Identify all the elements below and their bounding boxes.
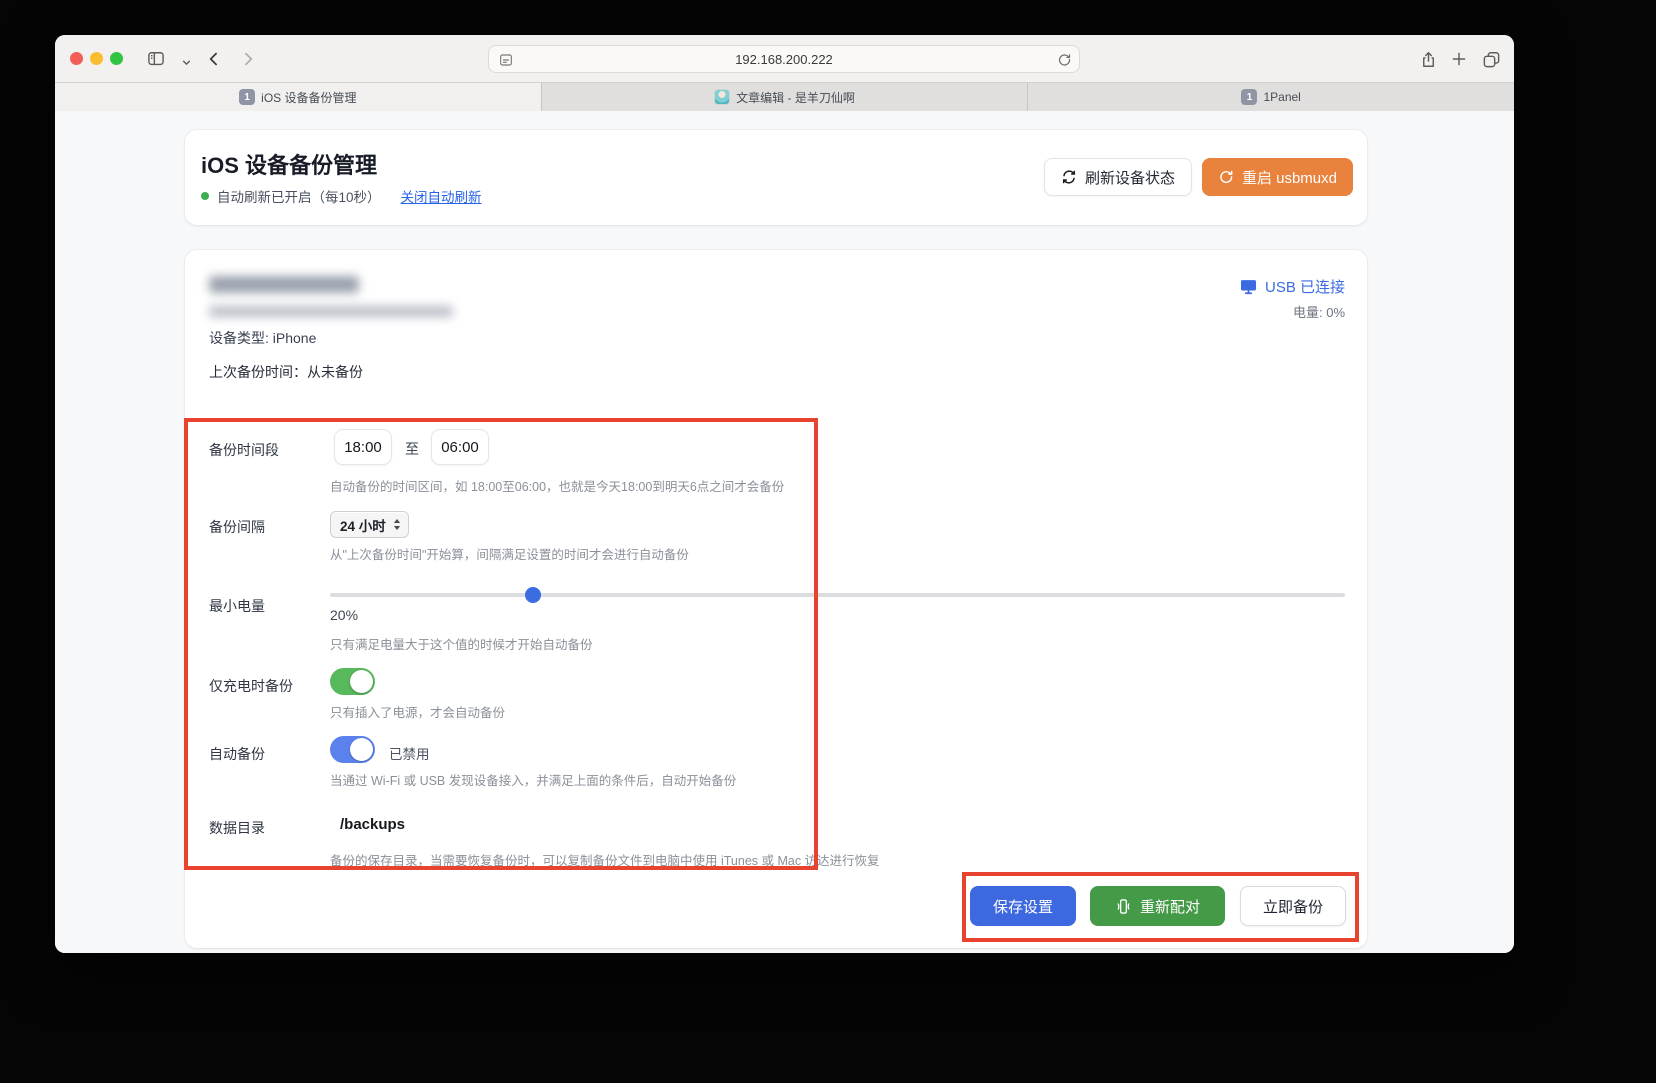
backup-now-label: 立即备份 [1263, 896, 1323, 917]
toggle-knob [350, 738, 373, 761]
charge-only-label: 仅充电时备份 [209, 676, 293, 696]
interval-value: 24 小时 [340, 515, 386, 535]
page-settings-icon[interactable] [498, 52, 514, 73]
interval-select[interactable]: 24 小时 [330, 511, 409, 538]
reload-icon[interactable] [1057, 52, 1072, 72]
time-range-label: 备份时间段 [209, 440, 279, 460]
save-settings-label: 保存设置 [993, 896, 1053, 917]
page-title: iOS 设备备份管理 [201, 148, 377, 180]
tab-label: iOS 设备备份管理 [261, 89, 356, 106]
auto-backup-state-text: 已禁用 [389, 743, 430, 763]
chevron-down-icon[interactable] [173, 49, 199, 75]
page-header-card: iOS 设备备份管理 自动刷新已开启（每10秒） 关闭自动刷新 刷新设备状态 [185, 130, 1367, 225]
auto-backup-toggle[interactable] [330, 736, 375, 763]
tab-article-editor[interactable]: 文章编辑 - 是羊刀仙啊 [542, 83, 1029, 111]
device-type-text: 设备类型: iPhone [209, 328, 316, 348]
device-name-redacted [209, 276, 359, 293]
tab-count-badge: 1 [1241, 89, 1257, 105]
browser-window: 192.168.200.222 [55, 35, 1514, 953]
auto-backup-help: 当通过 Wi-Fi 或 USB 发现设备接入，并满足上面的条件后，自动开始备份 [330, 770, 736, 789]
auto-backup-label: 自动备份 [209, 744, 265, 764]
disable-auto-refresh-link[interactable]: 关闭自动刷新 [401, 186, 482, 206]
toggle-knob [350, 670, 373, 693]
min-battery-help: 只有满足电量大于这个值的时候才开始自动备份 [330, 634, 593, 653]
zoom-window-button[interactable] [110, 52, 123, 65]
repair-label: 重新配对 [1140, 896, 1200, 917]
charge-only-help: 只有插入了电源，才会自动备份 [330, 702, 505, 721]
backup-now-button[interactable]: 立即备份 [1240, 886, 1346, 926]
save-settings-button[interactable]: 保存设置 [970, 886, 1076, 926]
url-text: 192.168.200.222 [489, 52, 1079, 67]
device-card: 设备类型: iPhone 上次备份时间：从未备份 USB 已连接 电量: 0% … [185, 250, 1367, 948]
sidebar-icon[interactable] [143, 46, 169, 72]
time-range-separator: 至 [405, 439, 419, 459]
tab-count-badge: 1 [239, 89, 255, 105]
device-udid-redacted [209, 306, 453, 317]
avatar-favicon [714, 89, 730, 105]
connection-status-text: USB 已连接 [1265, 276, 1345, 297]
stepper-arrows-icon [393, 518, 401, 531]
data-directory-help: 备份的保存目录，当需要恢复备份时，可以复制备份文件到电脑中使用 iTunes 或… [330, 850, 880, 869]
time-range-help: 自动备份的时间区间，如 18:00至06:00，也就是今天18:00到明天6点之… [330, 476, 784, 495]
battery-text: 电量: 0% [1293, 302, 1345, 321]
min-battery-value: 20% [330, 607, 358, 623]
restart-usbmuxd-label: 重启 usbmuxd [1242, 167, 1337, 188]
back-icon[interactable] [201, 46, 227, 72]
charge-only-toggle[interactable] [330, 668, 375, 695]
share-icon[interactable] [1415, 46, 1441, 72]
start-time-input[interactable] [334, 429, 392, 465]
tab-overview-icon[interactable] [1478, 46, 1504, 72]
tab-label: 文章编辑 - 是羊刀仙啊 [736, 89, 855, 106]
refresh-icon [1061, 169, 1077, 185]
new-tab-icon[interactable] [1446, 46, 1472, 72]
monitor-icon [1239, 277, 1258, 296]
repair-button[interactable]: 重新配对 [1090, 886, 1225, 926]
end-time-input[interactable] [431, 429, 489, 465]
min-battery-slider-thumb[interactable] [525, 587, 541, 603]
refresh-device-status-button[interactable]: 刷新设备状态 [1044, 158, 1192, 196]
min-battery-slider[interactable] [330, 593, 1345, 597]
interval-label: 备份间隔 [209, 517, 265, 537]
refresh-device-status-label: 刷新设备状态 [1085, 167, 1175, 188]
auto-refresh-status-dot [201, 192, 209, 200]
tab-bar: 1 iOS 设备备份管理 文章编辑 - 是羊刀仙啊 1 1Panel [55, 83, 1514, 111]
minimize-window-button[interactable] [90, 52, 103, 65]
forward-icon[interactable] [235, 46, 261, 72]
interval-help: 从"上次备份时间"开始算，间隔满足设置的时间才会进行自动备份 [330, 544, 689, 563]
tab-label: 1Panel [1263, 90, 1300, 104]
min-battery-label: 最小电量 [209, 596, 265, 616]
last-backup-text: 上次备份时间：从未备份 [209, 362, 363, 382]
tab-ios-backup[interactable]: 1 iOS 设备备份管理 [55, 83, 542, 111]
data-directory-label: 数据目录 [209, 818, 265, 838]
auto-refresh-status-text: 自动刷新已开启（每10秒） [217, 186, 381, 206]
restart-icon [1218, 169, 1234, 185]
address-bar[interactable]: 192.168.200.222 [488, 45, 1080, 73]
pair-icon [1115, 898, 1132, 915]
restart-usbmuxd-button[interactable]: 重启 usbmuxd [1202, 158, 1353, 196]
close-window-button[interactable] [70, 52, 83, 65]
tab-1panel[interactable]: 1 1Panel [1028, 83, 1514, 111]
page-content: iOS 设备备份管理 自动刷新已开启（每10秒） 关闭自动刷新 刷新设备状态 [55, 111, 1514, 953]
browser-titlebar: 192.168.200.222 [55, 35, 1514, 83]
data-directory-value: /backups [340, 816, 405, 833]
